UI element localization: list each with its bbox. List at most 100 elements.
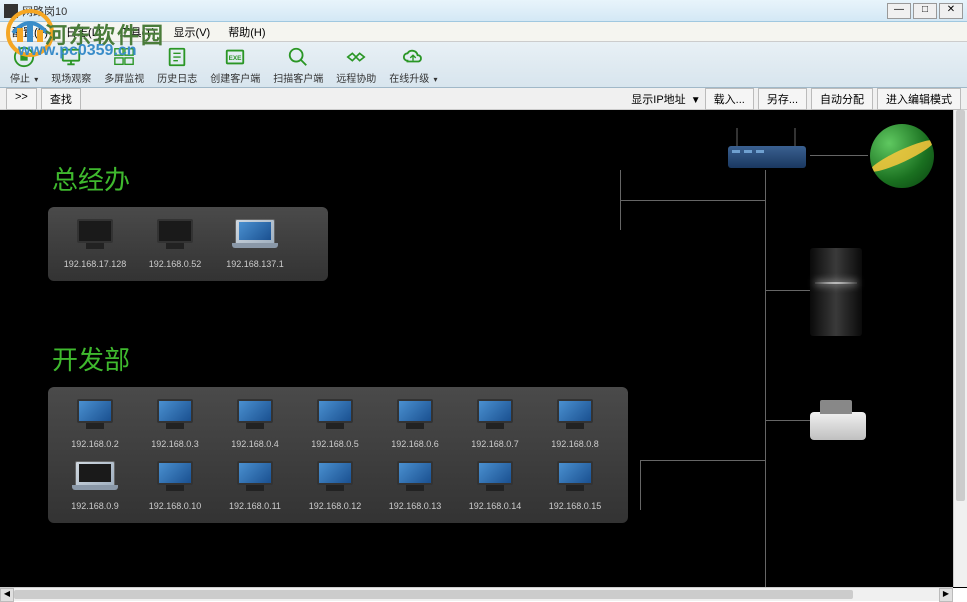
tool-label: 在线升级 ▾ xyxy=(389,70,437,85)
network-line xyxy=(620,170,621,230)
desktop-icon xyxy=(153,399,197,435)
desktop-icon xyxy=(153,219,197,255)
computer-ip-label: 192.168.0.11 xyxy=(229,501,281,511)
group-title: 开发部 xyxy=(48,340,628,377)
laptop-icon xyxy=(233,219,277,255)
desktop-icon xyxy=(473,461,517,497)
group-panel: 192.168.0.2 192.168.0.3 192.168.0.4 192.… xyxy=(48,387,628,523)
network-line xyxy=(620,200,765,201)
app-icon xyxy=(4,4,18,18)
computer-ip-label: 192.168.0.52 xyxy=(149,259,202,269)
export-button[interactable]: 另存... xyxy=(758,88,807,110)
create-client-button[interactable]: EXE 创建客户端 xyxy=(204,43,267,87)
live-watch-button[interactable]: 现场观察 xyxy=(45,43,98,87)
computer-ip-label: 192.168.0.14 xyxy=(469,501,522,511)
router-device[interactable] xyxy=(728,130,816,170)
stop-icon xyxy=(12,45,36,69)
menu-tools[interactable]: 工具(T) xyxy=(112,22,164,42)
log-icon xyxy=(165,45,189,69)
computer-ip-label: 192.168.0.5 xyxy=(311,439,359,449)
computer-item[interactable]: 192.168.0.9 xyxy=(64,461,126,511)
tool-label: 扫描客户端 xyxy=(273,70,323,85)
computer-ip-label: 192.168.17.128 xyxy=(64,259,127,269)
tool-label: 停止 ▾ xyxy=(10,70,38,85)
printer-device[interactable] xyxy=(810,396,872,444)
expand-button[interactable]: >> xyxy=(6,88,37,110)
computer-ip-label: 192.168.0.8 xyxy=(551,439,599,449)
edit-mode-button[interactable]: 进入编辑模式 xyxy=(877,88,961,110)
desktop-icon xyxy=(233,399,277,435)
horizontal-scrollbar[interactable]: ◀ ▶ xyxy=(0,587,953,601)
tool-label: 远程协助 xyxy=(336,70,376,85)
computer-item[interactable]: 192.168.0.15 xyxy=(544,461,606,511)
minimize-button[interactable]: — xyxy=(887,3,911,19)
computer-item[interactable]: 192.168.0.6 xyxy=(384,399,446,449)
server-device[interactable] xyxy=(810,248,862,336)
exe-icon: EXE xyxy=(223,45,247,69)
chevron-down-icon: ▾ xyxy=(32,75,38,84)
secondbar: >> 查找 显示IP地址 ▼ 载入... 另存... 自动分配 进入编辑模式 xyxy=(0,88,967,110)
search-icon xyxy=(286,45,310,69)
computer-item[interactable]: 192.168.137.1 xyxy=(224,219,286,269)
online-upgrade-button[interactable]: 在线升级 ▾ xyxy=(383,43,444,87)
maximize-button[interactable]: □ xyxy=(913,3,937,19)
computer-item[interactable]: 192.168.0.11 xyxy=(224,461,286,511)
computer-item[interactable]: 192.168.0.7 xyxy=(464,399,526,449)
desktop-icon xyxy=(393,399,437,435)
desktop-icon xyxy=(233,461,277,497)
handshake-icon xyxy=(344,45,368,69)
computer-item[interactable]: 192.168.17.128 xyxy=(64,219,126,269)
vertical-scrollbar[interactable] xyxy=(953,110,967,587)
computer-item[interactable]: 192.168.0.8 xyxy=(544,399,606,449)
scroll-left-button[interactable]: ◀ xyxy=(0,588,14,602)
menu-view[interactable]: 显示(V) xyxy=(166,22,219,42)
scan-client-button[interactable]: 扫描客户端 xyxy=(267,43,330,87)
computer-item[interactable]: 192.168.0.3 xyxy=(144,399,206,449)
menu-log[interactable]: 日志(L) xyxy=(58,22,109,42)
computer-item[interactable]: 192.168.0.5 xyxy=(304,399,366,449)
computer-ip-label: 192.168.0.13 xyxy=(389,501,442,511)
computer-ip-label: 192.168.0.7 xyxy=(471,439,519,449)
auto-assign-button[interactable]: 自动分配 xyxy=(811,88,873,110)
close-button[interactable]: ✕ xyxy=(939,3,963,19)
remote-assist-button[interactable]: 远程协助 xyxy=(330,43,383,87)
tool-label: 多屏监视 xyxy=(104,70,144,85)
find-button[interactable]: 查找 xyxy=(41,88,81,110)
computer-item[interactable]: 192.168.0.12 xyxy=(304,461,366,511)
computer-item[interactable]: 192.168.0.13 xyxy=(384,461,446,511)
scroll-thumb[interactable] xyxy=(14,590,853,599)
desktop-icon xyxy=(313,399,357,435)
scroll-thumb[interactable] xyxy=(956,110,965,501)
computer-item[interactable]: 192.168.0.52 xyxy=(144,219,206,269)
computer-ip-label: 192.168.0.15 xyxy=(549,501,602,511)
computer-ip-label: 192.168.0.2 xyxy=(71,439,119,449)
desktop-icon xyxy=(553,399,597,435)
tool-label: 现场观察 xyxy=(51,70,91,85)
import-button[interactable]: 载入... xyxy=(705,88,754,110)
stop-button[interactable]: 停止 ▾ xyxy=(4,43,45,87)
display-mode-label[interactable]: 显示IP地址 ▼ xyxy=(631,91,700,107)
desktop-icon xyxy=(73,219,117,255)
computer-item[interactable]: 192.168.0.2 xyxy=(64,399,126,449)
screens-icon xyxy=(112,45,136,69)
network-line xyxy=(810,155,868,156)
internet-globe[interactable] xyxy=(870,124,934,188)
desktop-icon xyxy=(393,461,437,497)
computer-item[interactable]: 192.168.0.14 xyxy=(464,461,526,511)
computer-item[interactable]: 192.168.0.10 xyxy=(144,461,206,511)
scroll-right-button[interactable]: ▶ xyxy=(939,588,953,602)
topology-canvas[interactable]: 总经办 192.168.17.128 192.168.0.52 192.168.… xyxy=(0,110,967,588)
menu-help[interactable]: 帮助(H) xyxy=(220,22,273,42)
multi-screen-button[interactable]: 多屏监视 xyxy=(98,43,151,87)
desktop-icon xyxy=(553,461,597,497)
desktop-icon xyxy=(473,399,517,435)
computer-ip-label: 192.168.0.12 xyxy=(309,501,362,511)
computer-item[interactable]: 192.168.0.4 xyxy=(224,399,286,449)
chevron-down-icon: ▼ xyxy=(691,95,701,106)
menu-config[interactable]: 配置(F) xyxy=(4,22,56,42)
history-log-button[interactable]: 历史日志 xyxy=(151,43,204,87)
computer-ip-label: 192.168.0.6 xyxy=(391,439,439,449)
group-title: 总经办 xyxy=(48,160,328,197)
group-panel: 192.168.17.128 192.168.0.52 192.168.137.… xyxy=(48,207,328,281)
network-line xyxy=(765,290,810,291)
